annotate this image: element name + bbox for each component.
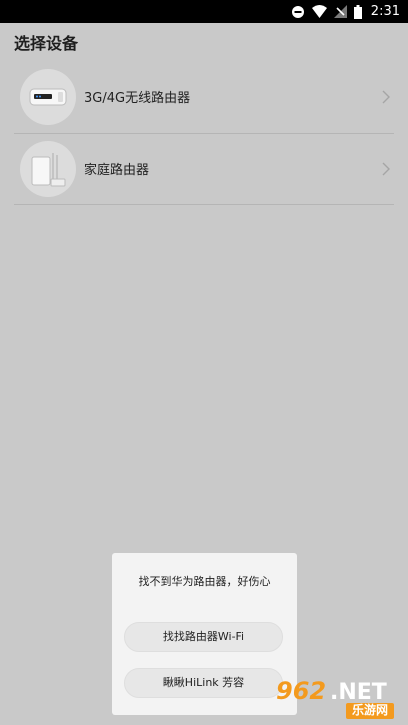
mobile-wifi-router-image xyxy=(20,69,76,125)
device-item-mobile-router[interactable]: 3G/4G无线路由器 xyxy=(14,62,394,132)
device-label: 家庭路由器 xyxy=(84,163,150,178)
do-not-disturb-icon xyxy=(291,5,304,18)
battery-icon xyxy=(353,4,362,19)
home-router-image xyxy=(20,141,76,197)
router-not-found-dialog: 找不到华为路由器，好伤心 找找路由器Wi-Fi 瞅瞅HiLink 芳容 xyxy=(112,553,297,715)
device-item-home-router[interactable]: 家庭路由器 xyxy=(14,134,394,204)
device-label: 3G/4G无线路由器 xyxy=(84,91,191,106)
status-icons: 2:31 xyxy=(291,0,400,23)
view-hilink-button[interactable]: 瞅瞅HiLink 芳容 xyxy=(124,668,283,698)
page-title: 选择设备 xyxy=(14,34,79,53)
divider xyxy=(14,204,394,205)
no-signal-icon xyxy=(333,5,347,18)
chevron-right-icon xyxy=(382,162,390,176)
watermark-logo: 962 .NET 乐游网 xyxy=(272,675,404,721)
find-router-wifi-button[interactable]: 找找路由器Wi-Fi xyxy=(124,622,283,652)
status-bar: 2:31 xyxy=(0,0,408,23)
wifi-icon xyxy=(311,5,327,18)
watermark-subtext: 乐游网 xyxy=(352,703,389,717)
dialog-message: 找不到华为路由器，好伤心 xyxy=(138,575,271,588)
svg-text:962: 962 xyxy=(276,677,326,705)
chevron-right-icon xyxy=(382,90,390,104)
status-time: 2:31 xyxy=(370,4,400,19)
